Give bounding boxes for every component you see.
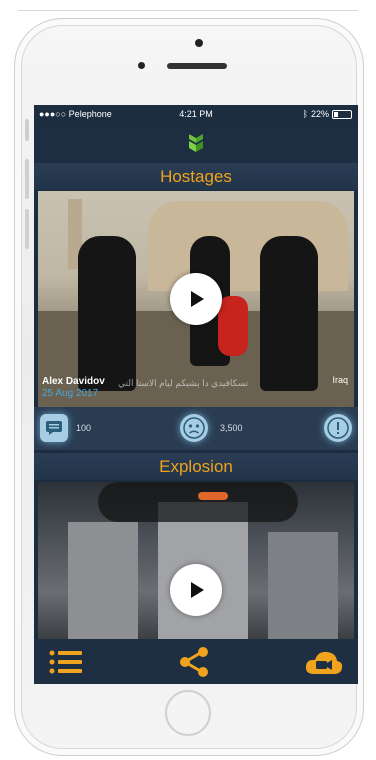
reaction-count: 3,500 [220,423,243,433]
volume-up-button [25,159,29,199]
exclamation-icon [327,417,349,439]
video-thumbnail-explosion[interactable] [38,482,354,639]
share-icon[interactable] [177,645,211,679]
captive-figure [218,296,248,356]
bottom-nav [34,639,358,684]
cloud-camera-icon[interactable] [304,648,344,676]
post-title-hostages: Hostages [34,163,358,190]
comment-count: 100 [76,423,92,433]
figure-right [260,236,318,391]
proximity-sensor [138,62,145,69]
list-menu-icon[interactable] [48,648,84,676]
post-location: Iraq [332,375,348,385]
green-logo-icon[interactable] [185,132,207,154]
bluetooth-icon: ᛒ [302,109,308,119]
app-header [34,123,358,163]
author-name[interactable]: Alex Davidov [42,376,105,387]
comment-icon [46,421,62,435]
building-right [268,532,338,639]
front-camera [195,39,203,47]
post-date: 25 Aug 2017 [42,388,99,399]
post-actions-row: 100 3,500 [34,407,358,450]
battery-percent: 22% [310,109,329,119]
volume-down-button [25,209,29,249]
video-thumbnail-hostages[interactable]: تسكافيدي دا بشبكم ليام الاستا التي Alex … [38,191,354,407]
play-icon [191,582,204,598]
post-title-explosion: Explosion [34,453,358,480]
home-button[interactable] [165,690,211,736]
fire-glow [198,492,228,500]
battery-indicator: ᛒ 22% [303,109,352,119]
reaction-button[interactable] [180,414,208,442]
comments-button[interactable] [40,414,68,442]
sad-face-icon [183,417,205,439]
play-button[interactable] [170,273,222,325]
mute-switch [25,119,29,141]
status-bar: ●●●○○ Pelephone 4:21 PM ᛒ 22% [34,105,358,123]
building-left [68,522,138,639]
figure-left [78,236,136,391]
smoke-cloud [98,482,298,522]
battery-icon [332,109,352,119]
top-divider [18,10,358,11]
app-screen: ●●●○○ Pelephone 4:21 PM ᛒ 22% Hostages ت… [34,105,358,684]
earpiece-speaker [167,63,227,69]
report-button[interactable] [324,414,352,442]
play-icon [191,291,204,307]
video-overlay-text: تسكافيدي دا بشبكم ليام الاستا التي [118,378,249,388]
play-button-2[interactable] [170,564,222,616]
mosque-background [148,201,348,291]
